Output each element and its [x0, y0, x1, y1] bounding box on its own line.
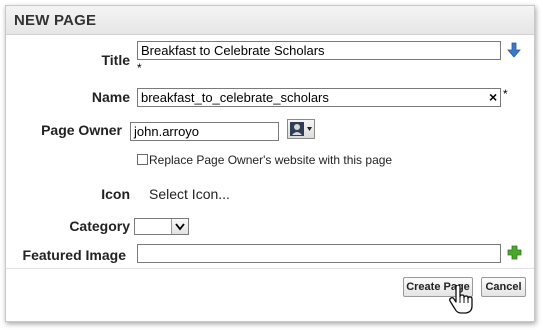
down-arrow-icon[interactable] [507, 42, 521, 58]
title-input[interactable]: Breakfast to Celebrate Scholars [137, 41, 501, 60]
name-input-value: breakfast_to_celebrate_scholars [141, 90, 329, 105]
clear-icon[interactable]: × [489, 89, 497, 105]
title-label: Title [101, 52, 130, 68]
replace-owner-checkbox[interactable] [137, 154, 148, 165]
name-input[interactable]: breakfast_to_celebrate_scholars [137, 88, 501, 107]
name-label: Name [91, 89, 130, 105]
plus-icon[interactable] [507, 245, 522, 260]
user-picker-icon[interactable] [287, 119, 315, 139]
chevron-down-icon [171, 219, 188, 234]
hand-pointer-icon [449, 284, 473, 315]
category-select[interactable] [134, 218, 189, 235]
featured-image-label: Featured Image [22, 247, 126, 263]
replace-owner-checkbox-label: Replace Page Owner's website with this p… [149, 153, 393, 167]
name-required-marker: * [503, 87, 508, 101]
dialog-header: NEW PAGE [6, 6, 534, 35]
title-required-marker: * [137, 61, 142, 75]
select-icon-link[interactable]: Select Icon... [149, 186, 230, 202]
dialog-title: NEW PAGE [14, 12, 97, 29]
page-owner-label: Page Owner [41, 122, 122, 138]
icon-label: Icon [101, 186, 130, 202]
cancel-button[interactable]: Cancel [481, 277, 526, 297]
footer-divider [6, 268, 534, 269]
featured-image-input[interactable] [137, 244, 501, 263]
new-page-dialog: NEW PAGE Title Breakfast to Celebrate Sc… [5, 5, 535, 322]
page-owner-input[interactable]: john.arroyo [130, 122, 279, 141]
category-label: Category [69, 218, 130, 234]
